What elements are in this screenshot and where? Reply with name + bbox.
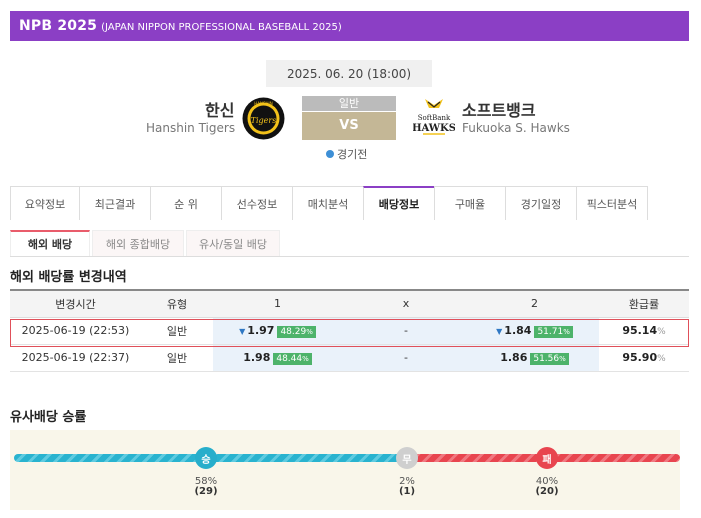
tab-player-info[interactable]: 선수정보 xyxy=(221,186,293,220)
similar-odds-title: 유사배당 승률 xyxy=(10,410,87,425)
table-row[interactable]: 2025-06-19 (22:37) 일반 1.98 48.44% - 1.86 5… xyxy=(10,344,689,372)
league-subtitle: (JAPAN NIPPON PROFESSIONAL BASEBALL 2025… xyxy=(101,21,342,33)
svg-text:HANSHIN: HANSHIN xyxy=(254,101,272,106)
tab-summary[interactable]: 요약정보 xyxy=(10,186,80,220)
away-odds-value: 1.86 xyxy=(500,350,528,364)
home-odds-value: 1.97 xyxy=(247,323,275,337)
col-header-refund: 환급률 xyxy=(599,289,689,318)
pct-unit: % xyxy=(657,354,666,364)
row-home-odds: 1.98 48.44% xyxy=(213,344,342,372)
softbank-hawks-logo-icon[interactable]: SoftBank HAWKS xyxy=(412,96,456,140)
pct-unit: % xyxy=(563,327,570,336)
row-type: 일반 xyxy=(141,344,213,372)
row-home-odds: ▼ 1.97 48.29% xyxy=(213,317,342,345)
draw-circle: 무 xyxy=(396,447,418,469)
league-title: NPB 2025 xyxy=(19,18,98,34)
vs-label: VS xyxy=(302,112,396,140)
subtab-similar-odds[interactable]: 유사/동일 배당 xyxy=(186,230,280,256)
subtab-overseas-combined-odds[interactable]: 해외 종합배당 xyxy=(92,230,184,256)
svg-text:Tigers: Tigers xyxy=(251,116,277,125)
row-away-odds: 1.86 51.56% xyxy=(470,344,599,372)
away-pct-badge: 51.71% xyxy=(534,325,573,338)
pct-unit: % xyxy=(559,354,566,363)
hanshin-logo-icon[interactable]: Tigers HANSHIN xyxy=(242,97,285,140)
row-draw-odds: - xyxy=(342,344,470,372)
col-header-home: 1 xyxy=(213,289,342,318)
refund-value: 95.90 xyxy=(622,351,658,364)
pct-unit: % xyxy=(302,354,309,363)
similar-odds-panel xyxy=(10,430,680,510)
home-team-name[interactable]: 한신 xyxy=(205,97,234,121)
tab-standings[interactable]: 순 위 xyxy=(150,186,222,220)
odds-history-title: 해외 배당률 변경내역 xyxy=(10,270,127,285)
draw-stat: 2% (1) xyxy=(387,477,427,497)
match-status-text: 경기전 xyxy=(337,148,368,161)
win-stat: 58% (29) xyxy=(186,477,226,497)
match-type-label: 일반 xyxy=(302,96,396,111)
away-team-name-en: Fukuoka S. Hawks xyxy=(462,121,570,135)
row-refund: 95.14% xyxy=(599,317,689,345)
away-odds-value: 1.84 xyxy=(504,323,532,337)
home-team-name-en: Hanshin Tigers xyxy=(146,121,236,135)
loss-stat: 40% (20) xyxy=(527,477,567,497)
away-pct-value: 51.56 xyxy=(533,353,560,364)
main-tabs: 요약정보 최근결과 순 위 선수정보 매치분석 배당정보 구매율 경기일정 픽스… xyxy=(10,186,648,220)
draw-count: (1) xyxy=(398,486,416,497)
tab-recent-results[interactable]: 최근결과 xyxy=(79,186,151,220)
row-time: 2025-06-19 (22:53) xyxy=(10,317,141,345)
pct-unit: % xyxy=(657,327,666,337)
row-time: 2025-06-19 (22:37) xyxy=(10,344,141,372)
down-arrow-icon: ▼ xyxy=(239,326,246,336)
loss-circle: 패 xyxy=(536,447,558,469)
subtab-overseas-odds[interactable]: 해외 배당 xyxy=(10,230,90,256)
row-type: 일반 xyxy=(141,317,213,345)
league-header: NPB 2025 (JAPAN NIPPON PROFESSIONAL BASE… xyxy=(10,11,689,41)
win-circle: 승 xyxy=(195,447,217,469)
home-pct-value: 48.29 xyxy=(280,326,307,337)
subtab-divider xyxy=(10,256,689,257)
table-row[interactable]: 2025-06-19 (22:53) 일반 ▼ 1.97 48.29% - ▼ 1.8… xyxy=(10,317,689,345)
col-header-time: 변경시간 xyxy=(10,289,141,318)
home-odds-value: 1.98 xyxy=(243,350,271,364)
sub-tabs: 해외 배당 해외 종합배당 유사/동일 배당 xyxy=(10,230,282,256)
away-team-name[interactable]: 소프트뱅크 xyxy=(462,97,536,121)
row-refund: 95.90% xyxy=(599,344,689,372)
refund-value: 95.14 xyxy=(622,324,658,337)
loss-count: (20) xyxy=(535,486,559,497)
row-draw-odds: - xyxy=(342,317,470,345)
down-arrow-icon: ▼ xyxy=(496,326,503,336)
tab-odds-info[interactable]: 배당정보 xyxy=(363,186,435,220)
odds-table: 변경시간 유형 1 x 2 환급률 2025-06-19 (22:53) 일반 … xyxy=(10,289,689,372)
svg-text:HAWKS: HAWKS xyxy=(413,123,455,134)
tab-pickster-analysis[interactable]: 픽스터분석 xyxy=(576,186,648,220)
tab-match-analysis[interactable]: 매치분석 xyxy=(292,186,364,220)
status-dot-icon xyxy=(326,150,334,158)
home-pct-value: 48.44 xyxy=(276,353,303,364)
win-count: (29) xyxy=(194,486,218,497)
col-header-type: 유형 xyxy=(141,289,213,318)
row-away-odds: ▼ 1.84 51.71% xyxy=(470,317,599,345)
tab-schedule[interactable]: 경기일정 xyxy=(505,186,577,220)
tab-purchase-rate[interactable]: 구매율 xyxy=(434,186,506,220)
away-pct-badge: 51.56% xyxy=(530,352,569,365)
match-status: 경기전 xyxy=(326,146,367,162)
pct-unit: % xyxy=(306,327,313,336)
home-pct-badge: 48.29% xyxy=(277,325,316,338)
away-pct-value: 51.71 xyxy=(537,326,564,337)
col-header-away: 2 xyxy=(470,289,599,318)
col-header-draw: x xyxy=(342,289,470,318)
home-pct-badge: 48.44% xyxy=(273,352,312,365)
match-datetime: 2025. 06. 20 (18:00) xyxy=(266,60,432,87)
svg-text:SoftBank: SoftBank xyxy=(418,114,451,122)
